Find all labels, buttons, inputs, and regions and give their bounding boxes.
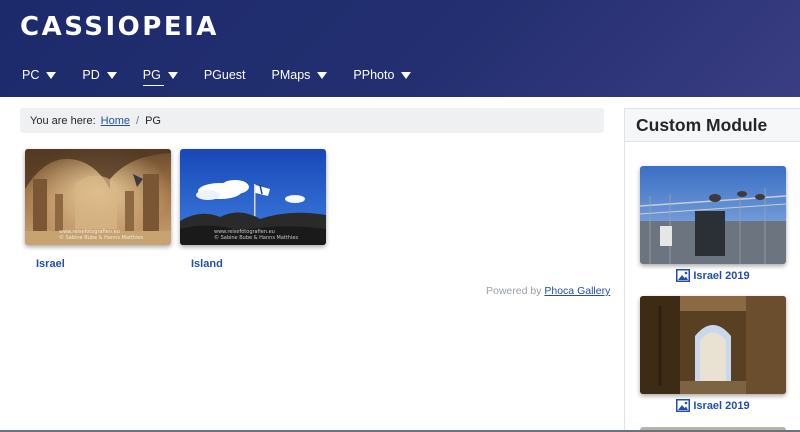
module-thumbnail[interactable] (640, 166, 786, 264)
site-brand[interactable]: CASSIOPEIA (20, 12, 219, 42)
caret-down-icon (167, 71, 178, 79)
gallery-thumbnail[interactable]: www.reisefotografien.eu © Sabine Bube & … (25, 149, 171, 245)
gallery-caption[interactable]: Island (180, 258, 326, 270)
gallery-thumbnail[interactable]: www.reisefotografien.eu © Sabine Bube & … (180, 149, 326, 245)
module-item: Israel 2019 (640, 166, 786, 282)
nav-item-pphoto[interactable]: PPhoto (351, 68, 413, 82)
image-icon (676, 269, 691, 282)
nav-item-pd[interactable]: PD (80, 68, 118, 82)
custom-module: Custom Module Israel 2019 Israel 2019 (624, 108, 800, 432)
nav-item-label: PD (82, 68, 100, 82)
module-title: Custom Module (636, 114, 768, 135)
nav-item-label: PGuest (203, 68, 246, 82)
nav-item-pc[interactable]: PC (20, 68, 58, 82)
breadcrumb: You are here: Home / PG (20, 108, 604, 133)
photo-watermark: www.reisefotografien.eu © Sabine Bube & … (59, 229, 143, 241)
phoca-gallery-link[interactable]: Phoca Gallery (544, 285, 610, 297)
breadcrumb-separator: / (136, 114, 140, 127)
nav-item-label: PG (142, 68, 161, 82)
image-icon (676, 399, 691, 412)
breadcrumb-home-link[interactable]: Home (101, 115, 130, 127)
nav-item-label: PC (22, 68, 40, 82)
breadcrumb-current: PG (145, 114, 161, 127)
module-caption[interactable]: Israel 2019 (640, 269, 786, 282)
gallery-item-island: www.reisefotografien.eu © Sabine Bube & … (180, 149, 326, 270)
main-nav: PC PD PG PGuest PMaps PPhoto (20, 66, 435, 86)
module-header: Custom Module (625, 109, 800, 142)
arch-alley-photo (640, 296, 786, 394)
module-caption-text: Israel 2019 (693, 399, 750, 412)
module-caption[interactable]: Israel 2019 (640, 399, 786, 412)
module-item: Israel 2019 (640, 296, 786, 412)
nav-item-label: PPhoto (353, 68, 395, 82)
module-caption-text: Israel 2019 (693, 269, 750, 282)
nav-item-pmaps[interactable]: PMaps (270, 68, 330, 82)
powered-by: Powered by Phoca Gallery (486, 285, 610, 297)
nav-item-label: PMaps (271, 68, 311, 82)
caret-down-icon (317, 71, 328, 79)
watermark-line: © Sabine Bube & Hanns Matthies (214, 235, 299, 241)
fence-birds-photo (640, 166, 786, 264)
nav-item-pguest[interactable]: PGuest (202, 68, 248, 82)
caret-down-icon (401, 71, 412, 79)
caret-down-icon (106, 71, 117, 79)
breadcrumb-prefix: You are here: (30, 114, 96, 127)
gallery-caption[interactable]: Israel (25, 258, 171, 270)
powered-by-prefix: Powered by (486, 285, 542, 297)
caret-down-icon (46, 71, 57, 79)
photo-watermark: www.reisefotografien.eu © Sabine Bube & … (214, 229, 298, 241)
watermark-line: © Sabine Bube & Hanns Matthies (59, 235, 144, 241)
nav-item-pg[interactable]: PG (141, 68, 180, 86)
gallery-item-israel: www.reisefotografien.eu © Sabine Bube & … (25, 149, 171, 270)
site-header: CASSIOPEIA PC PD PG PGuest PMaps PPhoto (0, 0, 800, 97)
module-thumbnail[interactable] (640, 296, 786, 394)
